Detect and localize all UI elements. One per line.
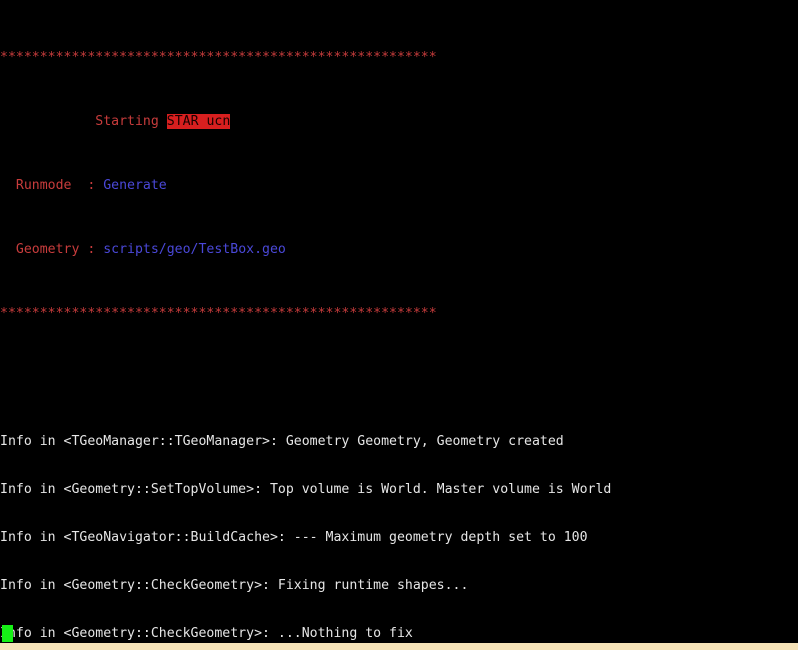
log-line: Info in <TGeoManager::TGeoManager>: Geom… <box>0 434 564 449</box>
log-line: Info in <Geometry::SetTopVolume>: Top vo… <box>0 482 612 497</box>
spacer-1 <box>0 370 798 386</box>
starting-label: Starting <box>95 114 167 129</box>
header-rule-bottom: ****************************************… <box>0 306 437 321</box>
log-line: Info in <Geometry::CheckGeometry>: ...No… <box>0 626 413 641</box>
runmode-line: Runmode : Generate <box>0 178 798 194</box>
terminal-screen: ****************************************… <box>0 2 798 643</box>
geometry-value: scripts/geo/TestBox.geo <box>103 242 286 257</box>
log-line: Info in <TGeoNavigator::BuildCache>: ---… <box>0 530 588 545</box>
starting-value-highlight: STAR ucn <box>166 114 231 129</box>
desktop-bottom-strip <box>0 643 798 650</box>
terminal-cursor <box>2 625 13 642</box>
runmode-label: Runmode : <box>0 178 104 193</box>
log-line: Info in <Geometry::CheckGeometry>: Fixin… <box>0 578 469 593</box>
starting-line: Starting STAR ucn <box>0 114 798 130</box>
geometry-line: Geometry : scripts/geo/TestBox.geo <box>0 242 798 258</box>
starting-indent <box>0 114 95 129</box>
geometry-label: Geometry : <box>0 242 104 257</box>
header-rule-top: ****************************************… <box>0 50 437 65</box>
terminal-window[interactable]: ****************************************… <box>0 0 798 643</box>
runmode-value: Generate <box>103 178 167 193</box>
